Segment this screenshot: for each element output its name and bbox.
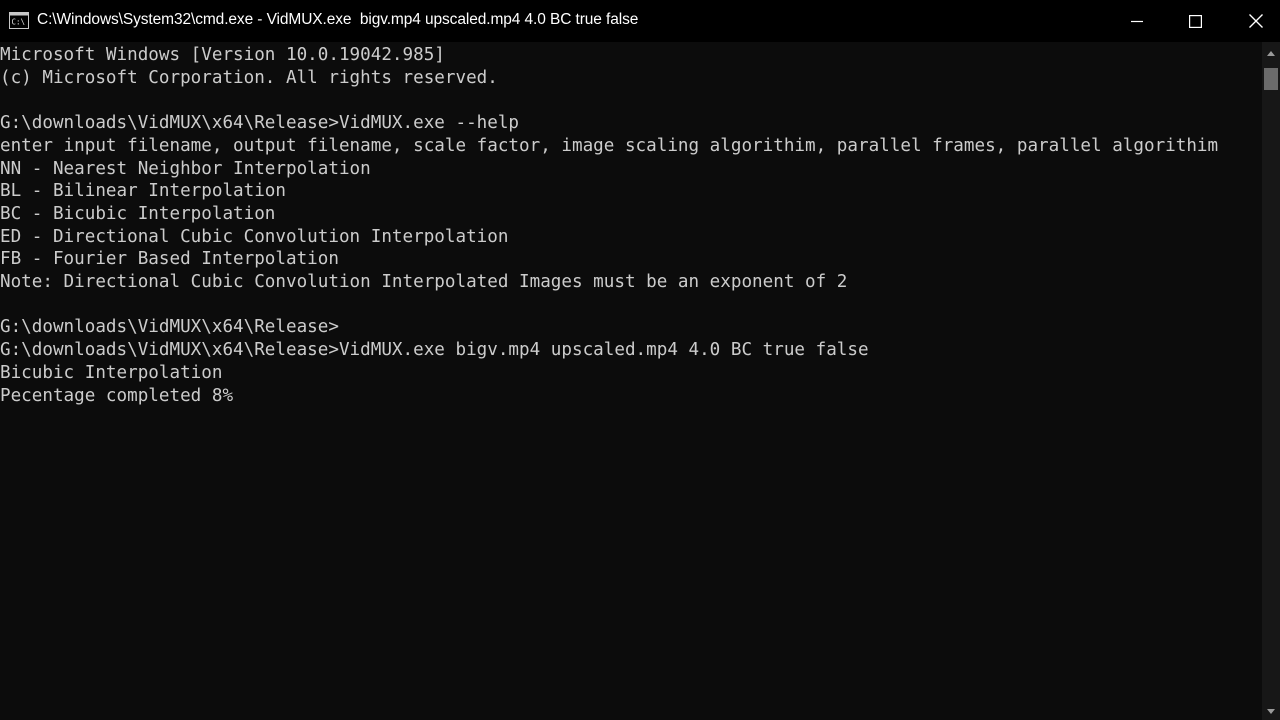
console-line: FB - Fourier Based Interpolation <box>0 249 339 270</box>
cmd-window: C:\ C:\Windows\System32\cmd.exe - VidMUX… <box>0 0 1280 720</box>
console-line: BL - Bilinear Interpolation <box>0 181 286 202</box>
scroll-down-button[interactable] <box>1262 700 1280 720</box>
console-line: G:\downloads\VidMUX\x64\Release> <box>0 317 339 338</box>
close-button[interactable] <box>1226 0 1280 42</box>
maximize-button[interactable] <box>1165 0 1225 42</box>
svg-text:C:\: C:\ <box>12 18 26 27</box>
console-line: (c) Microsoft Corporation. All rights re… <box>0 67 498 88</box>
close-icon <box>1249 14 1263 28</box>
scroll-up-arrow-icon <box>1267 43 1275 61</box>
title-bar[interactable]: C:\ C:\Windows\System32\cmd.exe - VidMUX… <box>0 0 1280 42</box>
minimize-icon <box>1131 15 1143 27</box>
console-line: Bicubic Interpolation <box>0 362 223 383</box>
cmd-icon[interactable]: C:\ <box>9 12 29 29</box>
scroll-down-arrow-icon <box>1267 701 1275 719</box>
maximize-icon <box>1188 14 1202 28</box>
vertical-scrollbar[interactable] <box>1262 42 1280 720</box>
console-line: BC - Bicubic Interpolation <box>0 203 276 224</box>
console-line: Note: Directional Cubic Convolution Inte… <box>0 272 848 292</box>
console-line: G:\downloads\VidMUX\x64\Release>VidMUX.e… <box>0 113 520 134</box>
minimize-button[interactable] <box>1107 0 1167 42</box>
console-line: G:\downloads\VidMUX\x64\Release>VidMUX.e… <box>0 340 869 361</box>
console-line: ED - Directional Cubic Convolution Inter… <box>0 226 509 247</box>
console-output[interactable]: Microsoft Windows [Version 10.0.19042.98… <box>0 42 1262 720</box>
console-line: NN - Nearest Neighbor Interpolation <box>0 158 371 179</box>
window-title: C:\Windows\System32\cmd.exe - VidMUX.exe… <box>37 11 639 28</box>
console-line: enter input filename, output filename, s… <box>0 135 1219 156</box>
console-line: Microsoft Windows [Version 10.0.19042.98… <box>0 45 445 65</box>
console-line: Pecentage completed 8% <box>0 385 234 406</box>
scroll-up-button[interactable] <box>1262 42 1280 62</box>
scrollbar-thumb[interactable] <box>1264 68 1278 90</box>
